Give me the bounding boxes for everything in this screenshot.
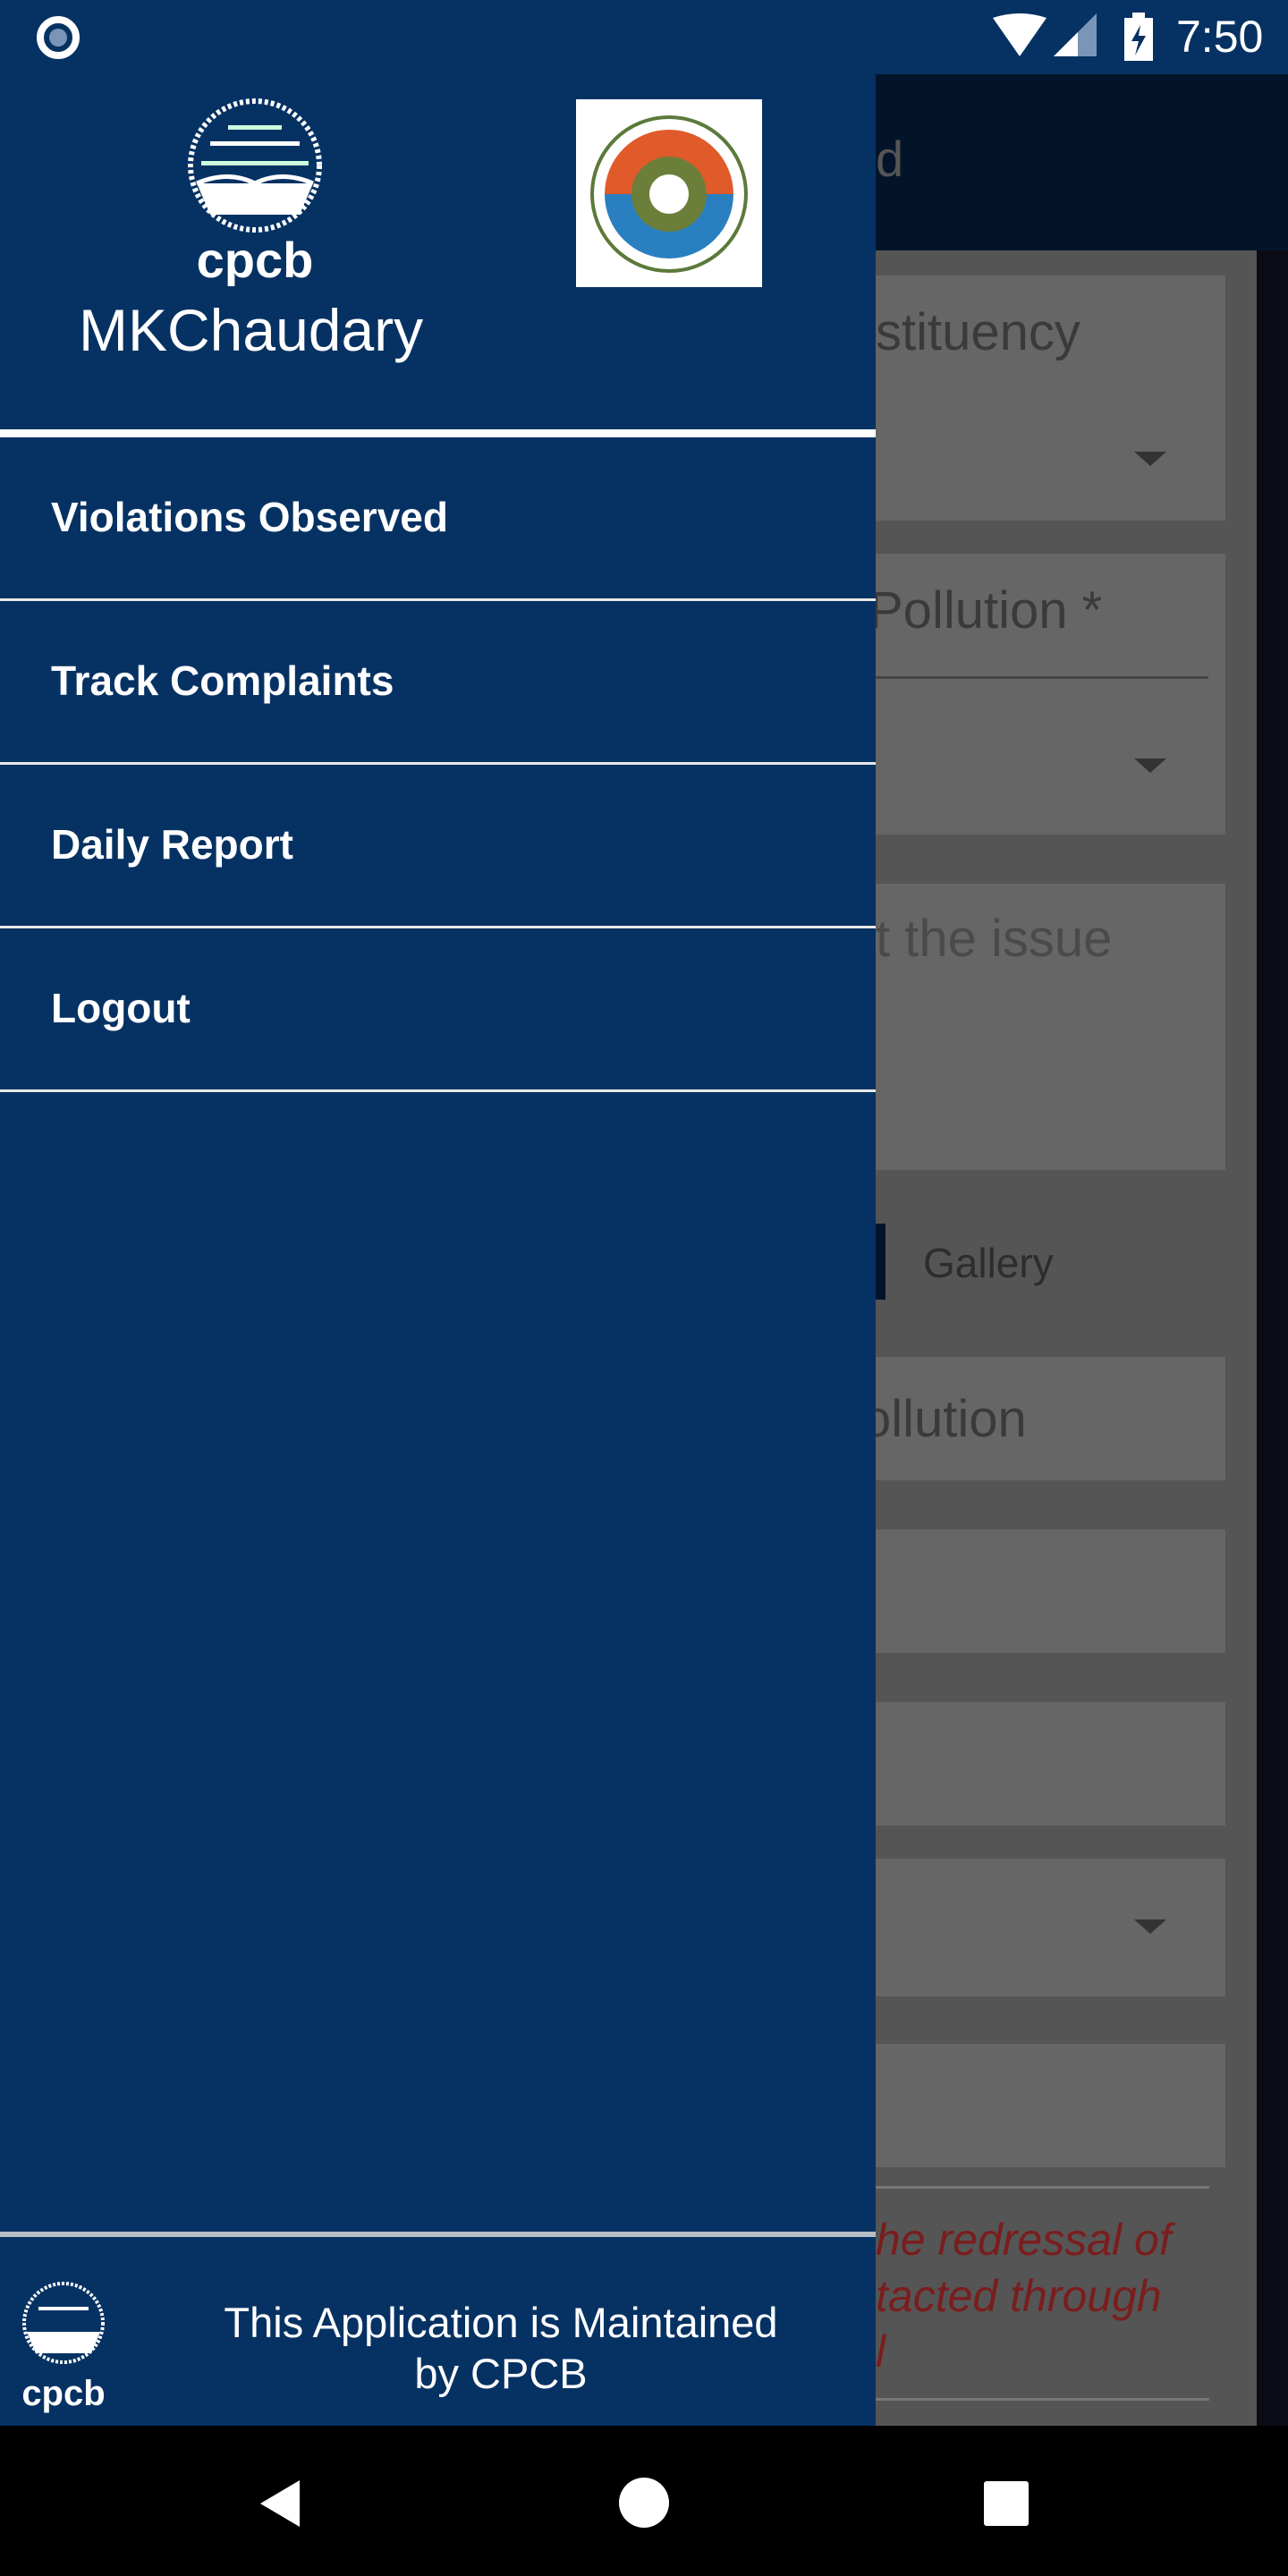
clock: 7:50 (1176, 12, 1264, 62)
notice-text: l (876, 2326, 886, 2377)
issue-description-input[interactable]: t the issue (876, 884, 1225, 1170)
user-name: MKChaudary (79, 297, 424, 363)
wifi-signal-icon (993, 13, 1097, 56)
gallery-button[interactable]: Gallery (923, 1239, 1054, 1287)
edge (1257, 250, 1288, 2426)
menu-item-track-complaints[interactable]: Track Complaints (0, 601, 876, 765)
pollution-type-dropdown[interactable]: Pollution * (876, 554, 1225, 835)
text-field[interactable] (876, 1702, 1225, 1826)
cpcb-logo-text: cpcb (197, 232, 314, 286)
navigation-drawer: cpcb MKChaudary Violations Observed Trac… (0, 74, 876, 2426)
moef-logo (576, 99, 762, 287)
menu-label: Violations Observed (51, 494, 448, 540)
menu-item-logout[interactable]: Logout (0, 928, 876, 1092)
footer-divider (0, 2232, 876, 2237)
menu-label: Logout (51, 985, 191, 1031)
divider (876, 2398, 1209, 2401)
cpcb-logo: cpcb (188, 98, 322, 286)
notification-icon (37, 16, 80, 59)
recents-button-icon[interactable] (982, 2479, 1030, 2528)
notice-text: he redressal of (876, 2215, 1172, 2265)
dropdown-field[interactable] (876, 1859, 1225, 1996)
text-field[interactable] (876, 2044, 1225, 2167)
navigation-bar (0, 2426, 1288, 2576)
menu-item-daily-report[interactable]: Daily Report (0, 765, 876, 928)
divider (876, 2186, 1209, 2189)
footer-text: This Application is Maintained by CPCB (224, 2299, 778, 2397)
app-title: d (876, 131, 904, 187)
pollution-input[interactable]: ollution (876, 1357, 1225, 1480)
back-button-icon[interactable] (255, 2477, 305, 2530)
menu-label: Track Complaints (51, 657, 394, 704)
notice-text: tacted through (876, 2271, 1162, 2321)
text-field[interactable] (876, 1530, 1225, 1653)
menu-label: Daily Report (51, 821, 293, 868)
home-button-icon[interactable] (617, 2476, 671, 2529)
menu-item-violations-observed[interactable]: Violations Observed (0, 437, 876, 601)
app-bar: d (876, 74, 1288, 250)
status-bar: 7:50 (0, 0, 1288, 74)
constituency-dropdown[interactable]: stituency (876, 275, 1225, 521)
header-divider (0, 429, 876, 437)
battery-charging-icon (1124, 13, 1153, 61)
svg-text:cpcb: cpcb (21, 2374, 105, 2413)
cpcb-footer-logo: cpcb (21, 2282, 106, 2413)
